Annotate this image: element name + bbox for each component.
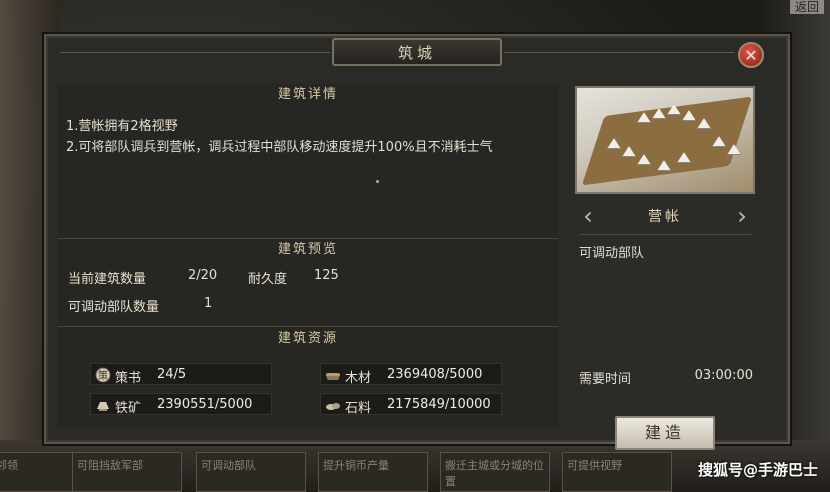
resource-value: 2390551/5000 [157,397,253,412]
detail-line: 1.营帐拥有2格视野 [66,119,178,134]
title-divider-right [504,52,734,53]
stone-icon [326,403,340,410]
building-card[interactable]: 可阻挡敌军部 [72,452,182,492]
time-value: 03:00:00 [694,368,753,383]
svg-text:策: 策 [98,369,108,382]
resource-value: 2175849/10000 [387,397,491,412]
resource-value: 2369408/5000 [387,367,483,382]
durability-label: 耐久度 [248,272,288,287]
dialog-title: 筑城 [397,44,436,62]
durability-value: 125 [314,268,339,283]
resource-wood: 木材 2369408/5000 [320,363,502,386]
build-city-dialog: 筑城 ✕ 建筑详情 1.营帐拥有2格视野 2.可将部队调兵到营帐，调兵过程中部队… [44,34,790,450]
resource-label: 石料 [345,401,372,416]
section-divider [58,326,558,327]
resource-strategy-book: 策 策书 24/5 [90,363,272,386]
count-label: 当前建筑数量 [68,272,147,287]
troops-label: 可调动部队数量 [68,300,160,315]
chevron-left-icon[interactable]: ‹ [577,202,599,230]
details-header: 建筑详情 [277,87,338,102]
resource-iron: 铁矿 2390551/5000 [90,393,272,416]
building-description: 可调动部队 [579,246,645,261]
resource-label: 木材 [345,371,372,386]
detail-line: 2.可将部队调兵到营帐，调兵过程中部队移动速度提升100%且不消耗士气 [66,140,493,155]
build-button[interactable]: 建造 [615,416,715,450]
building-card[interactable]: 可提供视野 [562,452,672,492]
time-label: 需要时间 [579,372,632,387]
strategy-book-icon: 策 [95,367,111,383]
details-description: 1.营帐拥有2格视野 2.可将部队调兵到营帐，调兵过程中部队移动速度提升100%… [66,116,551,158]
building-name: 营帐 [648,209,682,225]
resource-label: 铁矿 [115,401,142,416]
preview-header: 建筑预览 [277,242,338,257]
resource-stone: 石料 2175849/10000 [320,393,502,416]
building-info-panel: ‹ 营帐 › 可调动部队 需要时间 03:00:00 建造 [573,84,757,450]
building-thumbnail [575,86,755,194]
close-icon[interactable]: ✕ [738,42,764,68]
resource-label: 策书 [115,371,142,386]
building-card[interactable]: 提升铜币产量 [318,452,428,492]
watermark: 搜狐号@手游巴士 [697,461,818,479]
building-selector: ‹ 营帐 › [573,202,757,230]
details-panel: 建筑详情 1.营帐拥有2格视野 2.可将部队调兵到营帐，调兵过程中部队移动速度提… [58,84,558,428]
wood-icon [326,373,340,380]
chevron-right-icon[interactable]: › [731,202,753,230]
title-divider-left [60,52,330,53]
dot-marker [376,180,379,183]
selector-divider [579,234,751,235]
building-card[interactable]: 可调动部队 [196,452,306,492]
iron-ore-icon [97,402,109,411]
back-button[interactable]: 返回 [790,0,824,14]
resource-value: 24/5 [157,367,187,382]
count-value: 2/20 [188,268,218,283]
resources-header: 建筑资源 [277,331,338,346]
title-plate: 筑城 [332,38,502,66]
troops-value: 1 [204,296,213,311]
building-card[interactable]: 搬迁主城或分城的位置 [440,452,550,492]
